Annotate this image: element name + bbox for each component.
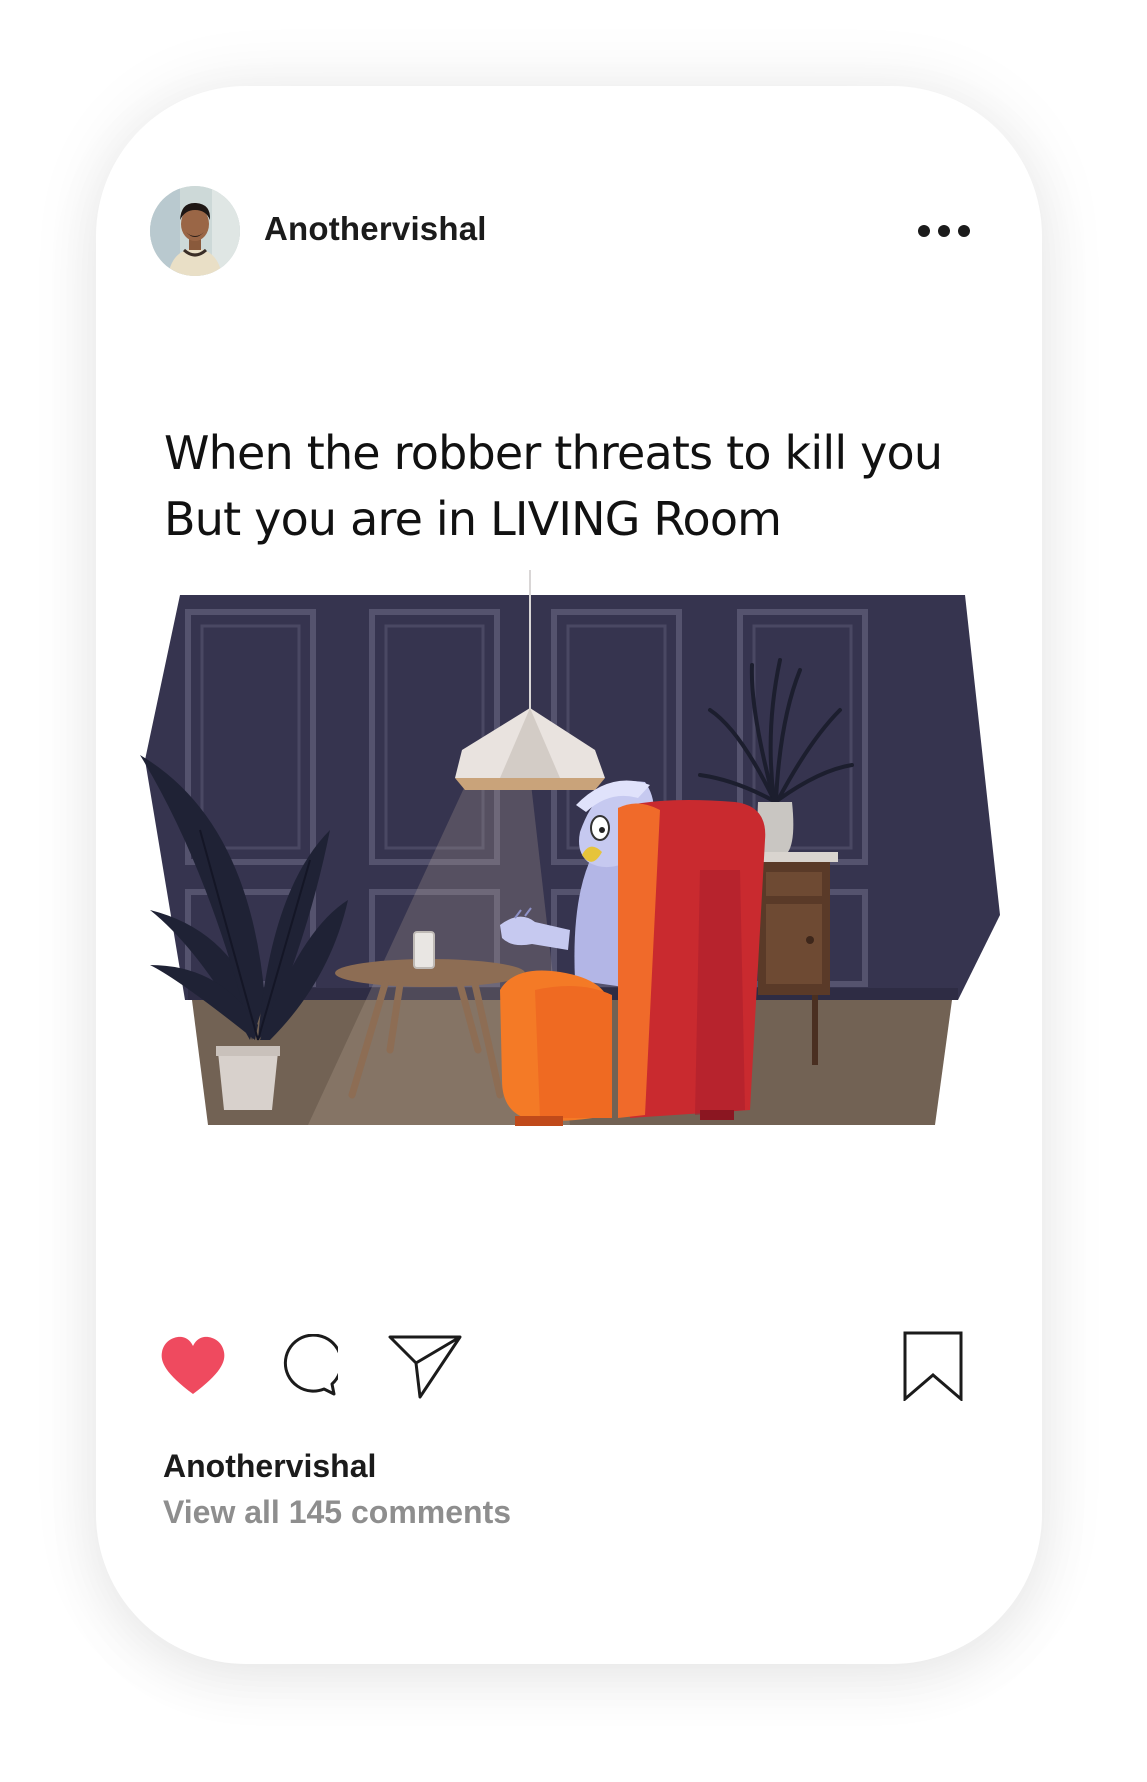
bookmark-icon — [903, 1331, 963, 1401]
more-options-icon[interactable] — [918, 214, 970, 248]
paper-plane-icon — [388, 1335, 462, 1399]
caption-line-2: But you are in LIVING Room — [164, 492, 782, 546]
more-dot — [918, 225, 930, 237]
comment-button[interactable] — [274, 1330, 338, 1402]
heart-icon — [161, 1336, 225, 1394]
living-room-illustration — [140, 570, 1000, 1126]
post-caption: When the robber threats to kill you But … — [164, 420, 984, 552]
author-username[interactable]: Anothervishal — [264, 210, 487, 248]
more-dot — [958, 225, 970, 237]
more-dot — [938, 225, 950, 237]
post-actions — [160, 1330, 980, 1402]
post-screen: Anothervishal When the robber threats to… — [0, 0, 1147, 1782]
like-button[interactable] — [160, 1330, 226, 1402]
comment-bubble-icon — [283, 1334, 338, 1396]
avatar-image — [150, 186, 240, 276]
view-comments-link[interactable]: View all 145 comments — [163, 1494, 511, 1531]
post-image[interactable] — [140, 570, 1010, 1210]
caption-line-1: When the robber threats to kill you — [164, 426, 943, 480]
share-button[interactable] — [388, 1330, 462, 1402]
author-avatar[interactable] — [150, 186, 240, 276]
save-button[interactable] — [902, 1330, 964, 1402]
liked-by-username[interactable]: Anothervishal — [163, 1448, 376, 1485]
